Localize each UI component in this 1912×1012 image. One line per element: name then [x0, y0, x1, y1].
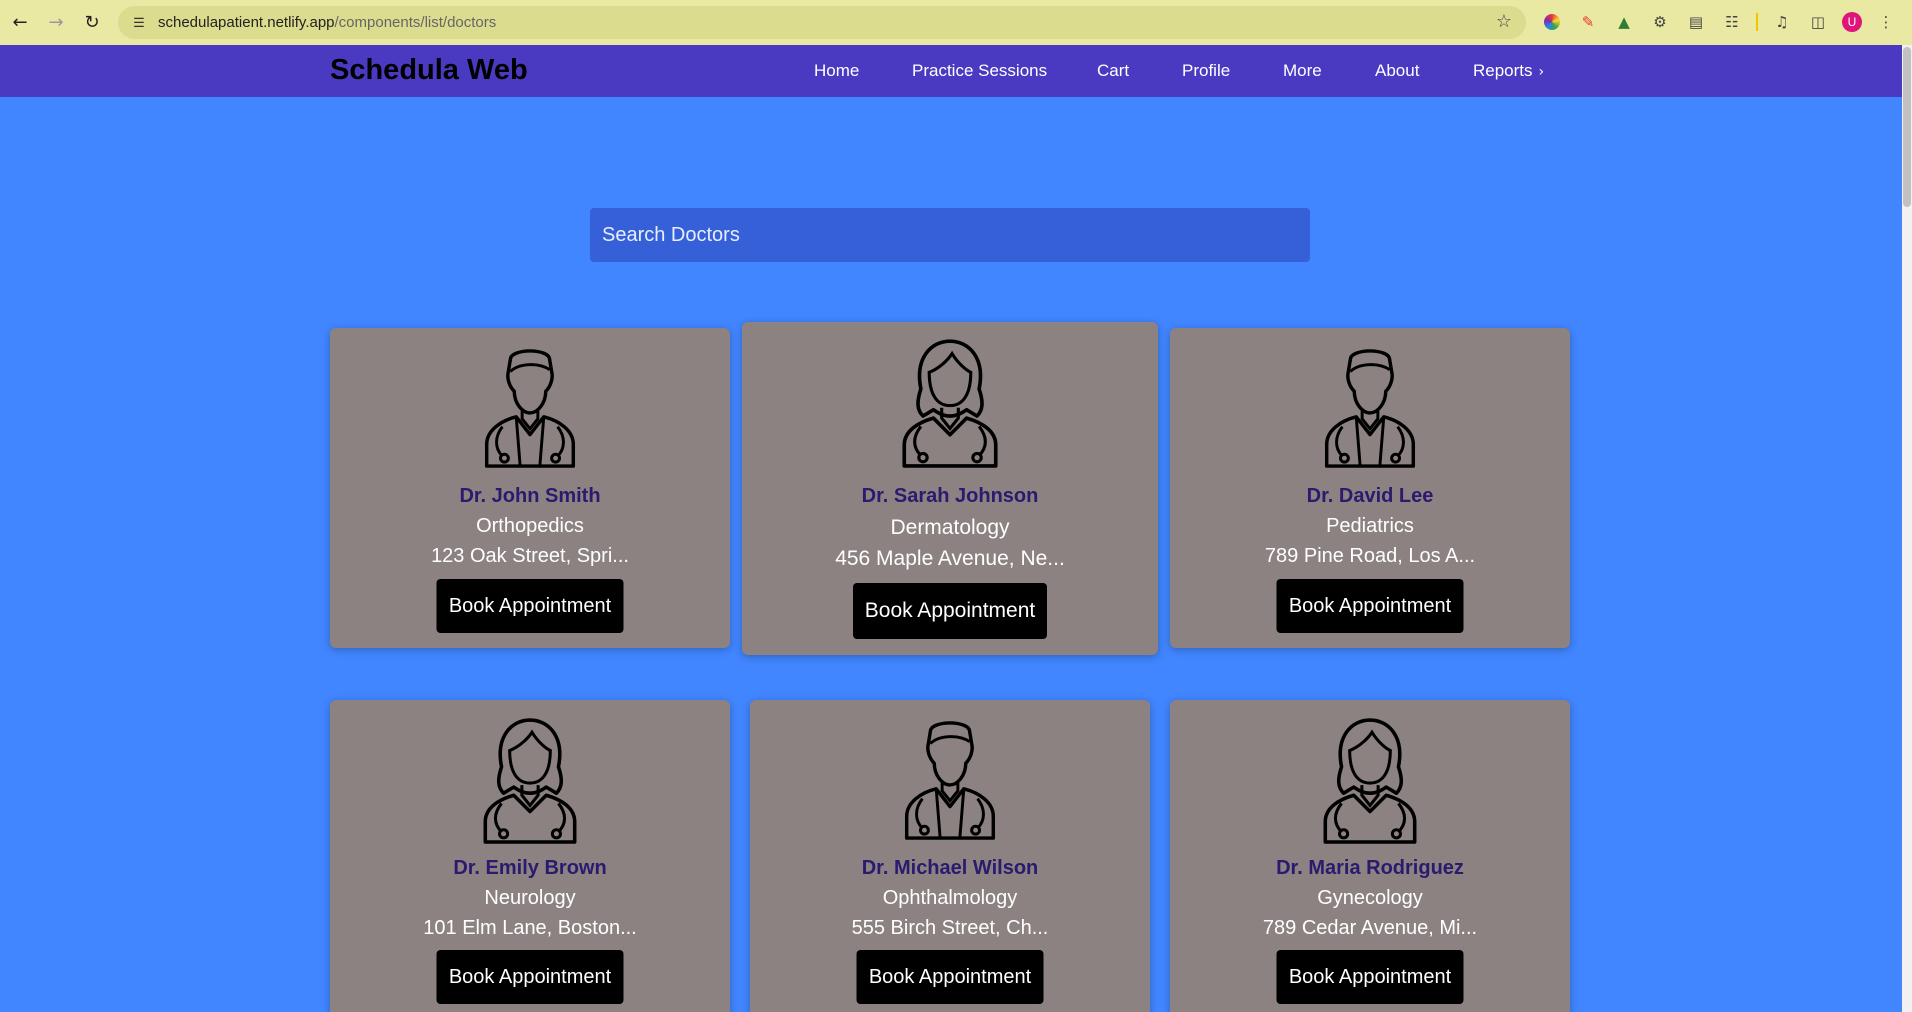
toolbar-divider	[1756, 13, 1758, 31]
media-controls-icon[interactable]: ♫	[1770, 10, 1794, 34]
doctor-card: Dr. Michael Wilson Ophthalmology 555 Bir…	[750, 700, 1150, 1012]
doctor-card: Dr. David Lee Pediatrics 789 Pine Road, …	[1170, 328, 1570, 648]
doctor-address: 456 Maple Avenue, Ne...	[835, 547, 1065, 570]
doctor-name: Dr. Michael Wilson	[861, 857, 1039, 879]
nav-practice-sessions[interactable]: Practice Sessions	[912, 61, 1047, 81]
book-appointment-button[interactable]: Book Appointment	[1276, 579, 1464, 633]
male-doctor-icon	[904, 721, 996, 840]
male-doctor-icon	[1324, 349, 1416, 468]
book-appointment-button[interactable]: Book Appointment	[436, 950, 624, 1004]
main-nav: Home Practice Sessions Cart Profile More…	[0, 45, 1902, 97]
address-bar[interactable]: ☰ schedulapatient.netlify.app/components…	[118, 6, 1526, 39]
doctor-specialty: Gynecology	[1317, 887, 1423, 909]
color-picker-extension-icon[interactable]	[1544, 14, 1560, 30]
url-host: schedulapatient.netlify.app	[158, 14, 335, 31]
kebab-menu-icon[interactable]: ⋮	[1874, 10, 1898, 34]
browser-toolbar: ← → ↻ ☰ schedulapatient.netlify.app/comp…	[0, 0, 1912, 45]
book-appointment-button[interactable]: Book Appointment	[853, 583, 1047, 639]
extensions-row: ✎ ▲ ⚙ ▤ ☷ ♫ ◫ U ⋮	[1540, 10, 1898, 34]
nav-cart[interactable]: Cart	[1097, 61, 1129, 81]
puzzle-extensions-icon[interactable]: ☷	[1720, 10, 1744, 34]
book-appointment-button[interactable]: Book Appointment	[1276, 950, 1464, 1004]
doctor-card: Dr. Emily Brown Neurology 101 Elm Lane, …	[330, 700, 730, 1012]
search-doctors-input[interactable]	[590, 208, 1310, 262]
nav-profile[interactable]: Profile	[1182, 61, 1230, 81]
book-appointment-button[interactable]: Book Appointment	[436, 579, 624, 633]
nav-home[interactable]: Home	[814, 61, 859, 81]
doctor-name: Dr. Emily Brown	[453, 857, 607, 879]
reader-extension-icon[interactable]: ▤	[1684, 10, 1708, 34]
doctor-card: Dr. John Smith Orthopedics 123 Oak Stree…	[330, 328, 730, 648]
doctor-specialty: Pediatrics	[1326, 515, 1414, 537]
nav-about[interactable]: About	[1375, 61, 1419, 81]
doctor-address: 789 Pine Road, Los A...	[1264, 545, 1476, 567]
nav-reports-label: Reports	[1473, 61, 1533, 80]
doctor-address: 123 Oak Street, Spri...	[431, 545, 629, 567]
chevron-right-icon: ›	[1538, 64, 1545, 80]
page-scrollbar[interactable]	[1902, 45, 1912, 1012]
doctor-name: Dr. Sarah Johnson	[861, 485, 1039, 507]
scrollbar-thumb[interactable]	[1903, 47, 1911, 207]
site-info-icon[interactable]: ☰	[128, 12, 150, 34]
doctor-specialty: Neurology	[484, 887, 576, 909]
male-doctor-icon	[484, 349, 576, 468]
doctor-name: Dr. Maria Rodriguez	[1276, 857, 1464, 879]
doctor-specialty: Orthopedics	[476, 515, 584, 537]
back-arrow-icon[interactable]: ←	[8, 11, 32, 35]
forward-arrow-icon[interactable]: →	[44, 11, 68, 35]
doctor-name: Dr. David Lee	[1306, 485, 1434, 507]
pen-extension-icon[interactable]: ✎	[1576, 10, 1600, 34]
female-doctor-icon	[1323, 718, 1417, 844]
doctor-address: 789 Cedar Avenue, Mi...	[1262, 917, 1478, 939]
doctor-card: Dr. Maria Rodriguez Gynecology 789 Cedar…	[1170, 700, 1570, 1012]
url-path: /components/list/doctors	[334, 14, 497, 31]
nav-more[interactable]: More	[1283, 61, 1322, 81]
doctor-address: 555 Birch Street, Ch...	[851, 917, 1049, 939]
doctor-specialty: Ophthalmology	[882, 887, 1018, 909]
reload-icon[interactable]: ↻	[80, 11, 104, 35]
nav-reports[interactable]: Reports ›	[1473, 61, 1544, 81]
tree-extension-icon[interactable]: ▲	[1612, 10, 1636, 34]
app-header: Schedula Web Home Practice Sessions Cart…	[0, 45, 1902, 97]
female-doctor-icon	[902, 339, 998, 468]
bookmark-star-icon[interactable]: ☆	[1496, 11, 1512, 32]
female-doctor-icon	[483, 718, 577, 844]
bug-extension-icon[interactable]: ⚙	[1648, 10, 1672, 34]
book-appointment-button[interactable]: Book Appointment	[856, 950, 1044, 1004]
doctor-card: Dr. Sarah Johnson Dermatology 456 Maple …	[742, 322, 1158, 655]
doctor-address: 101 Elm Lane, Boston...	[423, 917, 637, 939]
profile-avatar[interactable]: U	[1842, 12, 1862, 32]
url-text: schedulapatient.netlify.app/components/l…	[158, 14, 496, 31]
doctor-name: Dr. John Smith	[459, 485, 601, 507]
doctor-specialty: Dermatology	[890, 516, 1010, 539]
side-panel-icon[interactable]: ◫	[1806, 10, 1830, 34]
